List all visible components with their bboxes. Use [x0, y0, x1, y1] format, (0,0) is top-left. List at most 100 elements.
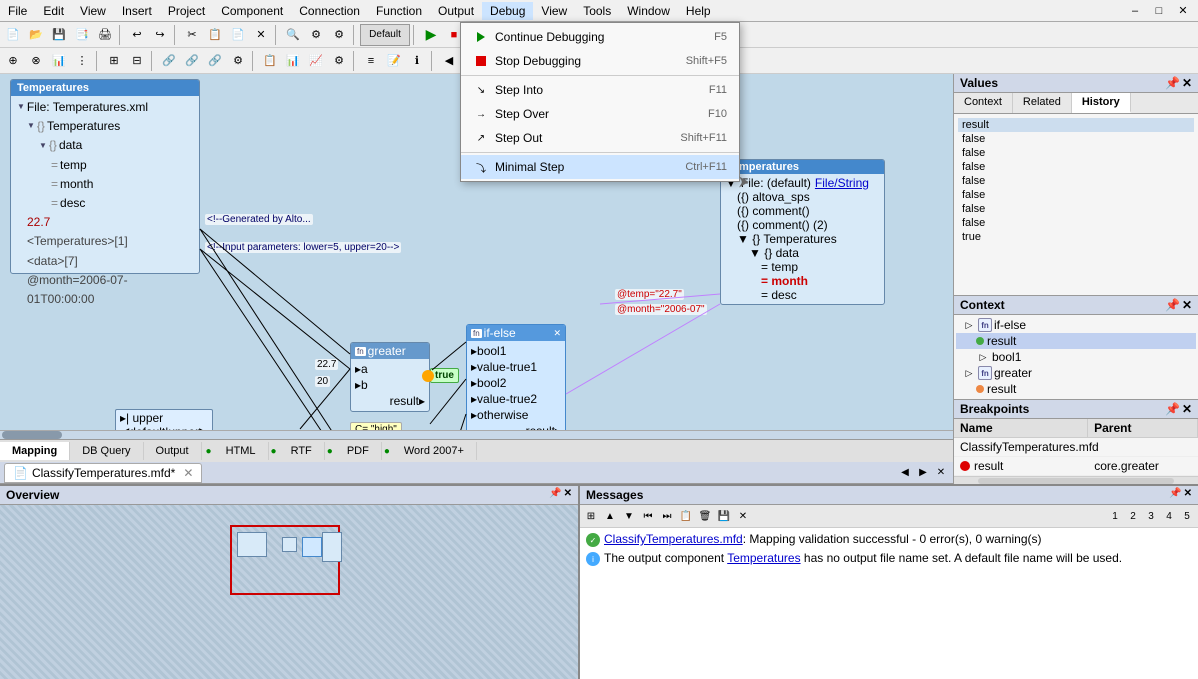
menu-view[interactable]: View — [72, 2, 114, 20]
msg-sb5[interactable]: 5 — [1178, 507, 1196, 525]
mapping-tab[interactable]: Mapping — [0, 442, 70, 460]
menu-item-step-out[interactable]: ↗ Step Out Shift+F11 — [461, 126, 739, 150]
msg-filter-btn[interactable]: ⊞ — [582, 507, 600, 525]
menu-tools[interactable]: Tools — [575, 2, 619, 20]
tb2-13[interactable]: 📈 — [305, 50, 327, 72]
paste-btn[interactable]: 📄 — [227, 24, 249, 46]
ifelse-close[interactable]: ✕ — [553, 328, 561, 339]
values-pin-icon[interactable]: 📌 — [1165, 76, 1180, 90]
word-tab[interactable]: Word 2007+ — [392, 442, 477, 460]
msg-first-btn[interactable]: ⏮ — [639, 507, 657, 525]
menu-view2[interactable]: View — [533, 2, 575, 20]
menu-item-continue[interactable]: Continue Debugging F5 — [461, 25, 739, 49]
file-link-out[interactable]: File/String — [815, 176, 869, 190]
temperatures-link[interactable]: Temperatures — [727, 551, 800, 565]
tools1-btn[interactable]: ⚙ — [305, 24, 327, 46]
tab-context[interactable]: Context — [954, 93, 1013, 113]
menu-help[interactable]: Help — [678, 2, 719, 20]
file-tab-classify[interactable]: 📄 ClassifyTemperatures.mfd* ✕ — [4, 463, 202, 483]
greater-node[interactable]: fn greater ▸a ▸b result▸ — [350, 342, 430, 412]
tb2-9[interactable]: 🔗 — [204, 50, 226, 72]
menu-output[interactable]: Output — [430, 2, 482, 20]
menu-project[interactable]: Project — [160, 2, 213, 20]
value-false-5[interactable]: false — [958, 188, 1194, 202]
minimize-btn[interactable]: – — [1124, 0, 1146, 22]
bp-row-result[interactable]: result core.greater — [954, 457, 1198, 476]
undo-btn[interactable]: ↩ — [126, 24, 148, 46]
hscroll-thumb[interactable] — [2, 431, 62, 439]
classify-link[interactable]: ClassifyTemperatures.mfd — [604, 532, 743, 546]
tb2-11[interactable]: 📋 — [259, 50, 281, 72]
open-btn[interactable]: 📂 — [25, 24, 47, 46]
value-false-7[interactable]: false — [958, 216, 1194, 230]
tree-row-desc[interactable]: = desc — [15, 194, 195, 213]
cut-btn[interactable]: ✂ — [181, 24, 203, 46]
print-btn[interactable]: 🖨 — [94, 24, 116, 46]
tree-row-data[interactable]: ▼ {} data — [15, 136, 195, 155]
tree-row-22[interactable]: 22.7 — [15, 213, 195, 232]
ctx-result[interactable]: result — [956, 333, 1196, 349]
tb2-15[interactable]: ≡ — [360, 50, 382, 72]
context-close-icon[interactable]: ✕ — [1182, 298, 1192, 312]
ctx-greater[interactable]: ▷ fn greater — [956, 365, 1196, 381]
ifelse-node[interactable]: fn if-else ✕ ▸bool1 ▸value-true1 ▸bool2 … — [466, 324, 566, 430]
copy-btn[interactable]: 📋 — [204, 24, 226, 46]
close-btn[interactable]: ✕ — [1172, 0, 1194, 22]
tb2-5[interactable]: ⊞ — [103, 50, 125, 72]
delete-btn[interactable]: ✕ — [250, 24, 272, 46]
mode-btn[interactable]: Default — [360, 24, 410, 46]
tools2-btn[interactable]: ⚙ — [328, 24, 350, 46]
menu-edit[interactable]: Edit — [35, 2, 72, 20]
save-btn[interactable]: 💾 — [48, 24, 70, 46]
ctx-greater-result[interactable]: result — [956, 381, 1196, 397]
msg-close-btn[interactable]: ✕ — [734, 507, 752, 525]
new-btn[interactable]: 📄 — [2, 24, 24, 46]
output-tab[interactable]: Output — [144, 442, 202, 460]
ctx-bool1[interactable]: ▷ bool1 — [956, 349, 1196, 365]
bp-row-classify[interactable]: ClassifyTemperatures.mfd — [954, 438, 1198, 457]
tree-row-temps[interactable]: ▼ {} Temperatures — [15, 117, 195, 136]
messages-pin-icon[interactable]: 📌 — [1169, 488, 1181, 502]
msg-sb4[interactable]: 4 — [1160, 507, 1178, 525]
restore-btn[interactable]: □ — [1148, 0, 1170, 22]
save-all-btn[interactable]: 📑 — [71, 24, 93, 46]
tab-related[interactable]: Related — [1013, 93, 1072, 113]
ctx-ifelse[interactable]: ▷ fn if-else — [956, 317, 1196, 333]
menu-component[interactable]: Component — [213, 2, 291, 20]
menu-file[interactable]: File — [0, 2, 35, 20]
tb2-18[interactable]: ◀ — [438, 50, 460, 72]
tb2-12[interactable]: 📊 — [282, 50, 304, 72]
msg-clear-btn[interactable]: 🗑 — [696, 507, 714, 525]
msg-down-btn[interactable]: ▼ — [620, 507, 638, 525]
value-false-6[interactable]: false — [958, 202, 1194, 216]
debug-play-btn[interactable]: ▶ — [420, 24, 442, 46]
msg-sb2[interactable]: 2 — [1124, 507, 1142, 525]
msg-copy-btn[interactable]: 📋 — [677, 507, 695, 525]
find-btn[interactable]: 🔍 — [282, 24, 304, 46]
tab-nav-right[interactable]: ▶ — [915, 465, 931, 481]
tree-row-month[interactable]: = month — [15, 175, 195, 194]
tb2-6[interactable]: ⊟ — [126, 50, 148, 72]
tree-row-month-val[interactable]: @month=2006-07-01T00:00:00 — [15, 271, 195, 309]
tb2-16[interactable]: 📝 — [383, 50, 405, 72]
value-false-4[interactable]: false — [958, 174, 1194, 188]
rtf-tab[interactable]: RTF — [279, 442, 325, 460]
messages-close-icon[interactable]: ✕ — [1184, 488, 1192, 502]
tree-row-temp[interactable]: = temp — [15, 156, 195, 175]
menu-item-step-into[interactable]: ↘ Step Into F11 — [461, 78, 739, 102]
msg-export-btn[interactable]: 💾 — [715, 507, 733, 525]
file-close-icon[interactable]: ✕ — [183, 466, 193, 480]
overview-close-icon[interactable]: ✕ — [564, 488, 572, 502]
value-false-3[interactable]: false — [958, 160, 1194, 174]
tree-row-data-arr[interactable]: <data>[7] — [15, 252, 195, 271]
bp-scrollbar[interactable] — [954, 476, 1198, 484]
bp-scroll-thumb[interactable] — [978, 478, 1173, 484]
tb2-4[interactable]: ⋮ — [71, 50, 93, 72]
tb2-10[interactable]: ⚙ — [227, 50, 249, 72]
context-pin-icon[interactable]: 📌 — [1165, 298, 1180, 312]
tab-nav-left[interactable]: ◀ — [897, 465, 913, 481]
tb2-1[interactable]: ⊕ — [2, 50, 24, 72]
value-true[interactable]: true — [958, 230, 1194, 244]
menu-item-minimal-step[interactable]: ⤵ Minimal Step Ctrl+F11 — [461, 155, 739, 179]
menu-function[interactable]: Function — [368, 2, 430, 20]
